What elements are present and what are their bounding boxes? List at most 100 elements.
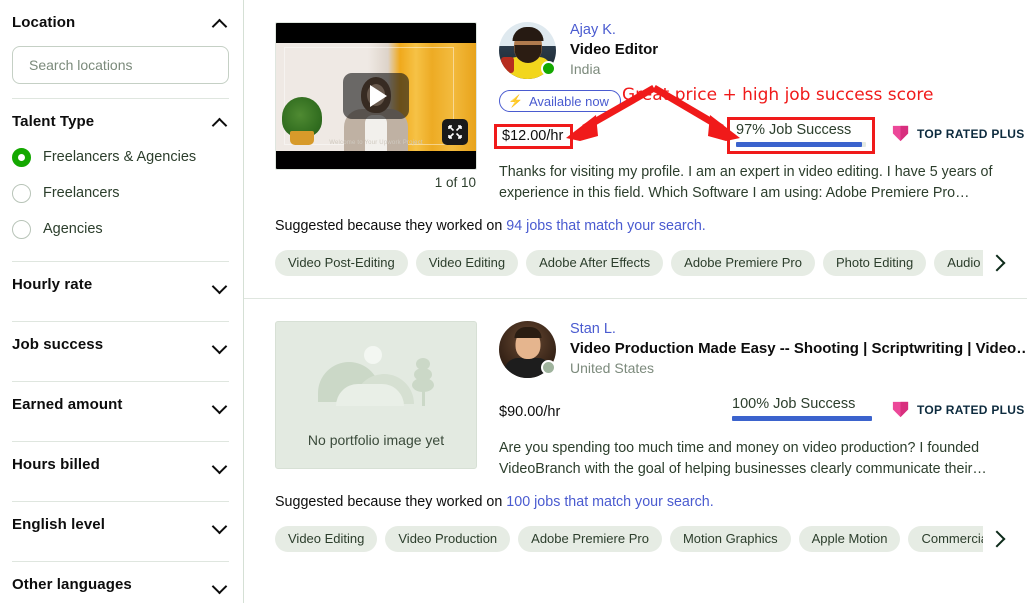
identity-block: Ajay K. Video Editor India — [499, 22, 1027, 79]
filter-title-hours-billed: Hours billed — [12, 456, 100, 473]
filter-section-english-level[interactable]: English level — [12, 502, 229, 547]
filter-title-earned-amount: Earned amount — [12, 396, 123, 413]
top-rated-plus-label: TOP RATED PLUS — [917, 402, 1025, 417]
skill-tag[interactable]: Audio Editing — [934, 250, 983, 276]
placeholder-illustration-icon — [276, 344, 476, 414]
skill-tag[interactable]: Apple Motion — [798, 526, 901, 552]
freelancer-card[interactable]: Welcome to Your Upwork Project 1 of 10 A… — [244, 0, 1027, 299]
filter-title-talent-type: Talent Type — [12, 112, 95, 130]
radio-icon-selected[interactable] — [12, 147, 31, 167]
no-portfolio-label: No portfolio image yet — [307, 432, 445, 448]
job-success-label: 100% Job Success — [732, 396, 856, 412]
filter-title-hourly-rate: Hourly rate — [12, 276, 93, 293]
freelancer-description: Thanks for visiting my profile. I am an … — [499, 164, 993, 201]
avatar[interactable] — [499, 22, 556, 79]
top-rated-plus-badge: TOP RATED PLUS — [891, 400, 1025, 419]
filter-section-other-languages[interactable]: Other languages — [12, 562, 229, 603]
available-now-label: Available now — [528, 93, 609, 109]
search-results-page: Location Talent Type Freelancers & Agenc… — [0, 0, 1027, 603]
media-count-label: 1 of 10 — [434, 175, 476, 190]
skill-tag[interactable]: Commercials — [908, 526, 983, 552]
filter-section-talent-type[interactable]: Talent Type — [12, 103, 229, 139]
video-caption: Welcome to Your Upwork Project — [329, 140, 423, 146]
chevron-up-icon[interactable] — [211, 13, 229, 31]
divider — [12, 98, 229, 99]
card-media[interactable]: No portfolio image yet — [275, 321, 477, 480]
annotation-text: Great price + high job success score — [622, 85, 934, 105]
job-success-block: 100% Job Success — [732, 396, 872, 421]
chevron-down-icon[interactable] — [211, 276, 229, 294]
top-rated-plus-badge: TOP RATED PLUS — [891, 124, 1025, 143]
hourly-rate: $12.00/hr — [494, 123, 574, 149]
card-media[interactable]: Welcome to Your Upwork Project 1 of 10 — [275, 22, 477, 204]
radio-label: Freelancers & Agencies — [43, 149, 197, 165]
chevron-up-icon[interactable] — [211, 112, 229, 130]
job-success-bar-fill — [732, 416, 872, 421]
suggested-because: Suggested because they worked on 100 job… — [244, 494, 1027, 510]
filter-section-hourly-rate[interactable]: Hourly rate — [12, 262, 229, 307]
freelancer-name[interactable]: Stan L. — [570, 321, 1027, 338]
skill-tag[interactable]: Adobe After Effects — [526, 250, 664, 276]
suggested-prefix: Suggested because they worked on — [275, 494, 507, 510]
freelancer-card[interactable]: No portfolio image yet Stan L. Video Pro… — [244, 299, 1027, 552]
suggested-jobs-link[interactable]: 94 jobs that match your search. — [506, 218, 705, 234]
skill-tag[interactable]: Video Editing — [415, 250, 519, 276]
radio-label: Freelancers — [43, 185, 120, 201]
skill-tag[interactable]: Video Editing — [275, 526, 378, 552]
freelancer-location: United States — [570, 360, 655, 376]
filter-section-earned-amount[interactable]: Earned amount — [12, 382, 229, 427]
avatar[interactable] — [499, 321, 556, 378]
filter-section-job-success[interactable]: Job success — [12, 322, 229, 367]
chevron-down-icon[interactable] — [211, 576, 229, 594]
chevron-right-icon[interactable] — [989, 526, 1007, 552]
radio-freelancers-and-agencies[interactable]: Freelancers & Agencies — [12, 139, 229, 175]
filter-title-job-success: Job success — [12, 336, 104, 353]
freelancer-title: Video Production Made Easy -- Shooting |… — [570, 340, 1027, 357]
available-now-badge: ⚡ Available now — [499, 90, 621, 112]
skill-tag[interactable]: Adobe Premiere Pro — [518, 526, 662, 552]
chevron-right-icon[interactable] — [989, 250, 1007, 276]
suggested-because: Suggested because they worked on 94 jobs… — [244, 218, 1027, 234]
chevron-down-icon[interactable] — [211, 456, 229, 474]
skill-tags-clip: Video Post-Editing Video Editing Adobe Aft… — [275, 250, 983, 276]
suggested-prefix: Suggested because they worked on — [275, 218, 507, 234]
chevron-down-icon[interactable] — [211, 396, 229, 414]
radio-icon[interactable] — [12, 219, 31, 239]
filter-title-location: Location — [12, 13, 76, 31]
filters-sidebar: Location Talent Type Freelancers & Agenc… — [0, 0, 244, 603]
freelancer-description: Are you spending too much time and money… — [499, 440, 987, 477]
filter-section-location[interactable]: Location — [12, 4, 229, 40]
card-info: Stan L. Video Production Made Easy -- Sh… — [477, 321, 1027, 480]
search-locations-box[interactable] — [12, 46, 229, 84]
play-icon[interactable] — [343, 73, 409, 119]
identity-block: Stan L. Video Production Made Easy -- Sh… — [499, 321, 1027, 378]
expand-icon[interactable] — [442, 119, 468, 145]
online-status-icon — [541, 61, 556, 76]
freelancer-name[interactable]: Ajay K. — [570, 22, 658, 39]
skill-tag[interactable]: Video Production — [385, 526, 511, 552]
filter-title-other-languages: Other languages — [12, 576, 132, 593]
freelancer-title: Video Editor — [570, 41, 659, 58]
job-success-label: 97% Job Success — [736, 122, 852, 138]
decor-pot — [290, 131, 314, 145]
offline-status-icon — [541, 360, 556, 375]
chevron-down-icon[interactable] — [211, 516, 229, 534]
shield-icon — [892, 401, 909, 418]
skill-tag[interactable]: Adobe Premiere Pro — [671, 250, 815, 276]
radio-agencies[interactable]: Agencies — [12, 211, 229, 247]
video-thumbnail[interactable]: Welcome to Your Upwork Project — [275, 22, 477, 170]
skill-tags-row: Video Post-Editing Video Editing Adobe Aft… — [244, 250, 1027, 276]
radio-icon[interactable] — [12, 183, 31, 203]
radio-freelancers[interactable]: Freelancers — [12, 175, 229, 211]
tags-fade — [1005, 250, 1027, 276]
top-rated-plus-label: TOP RATED PLUS — [917, 126, 1025, 141]
chevron-down-icon[interactable] — [211, 336, 229, 354]
skill-tag[interactable]: Video Post-Editing — [275, 250, 408, 276]
job-success-bar-fill — [736, 142, 863, 147]
suggested-jobs-link[interactable]: 100 jobs that match your search. — [506, 494, 713, 510]
skill-tag[interactable]: Motion Graphics — [669, 526, 791, 552]
filter-section-hours-billed[interactable]: Hours billed — [12, 442, 229, 487]
skill-tag[interactable]: Photo Editing — [822, 250, 927, 276]
bolt-icon: ⚡ — [508, 94, 523, 108]
search-locations-input[interactable] — [27, 56, 214, 74]
